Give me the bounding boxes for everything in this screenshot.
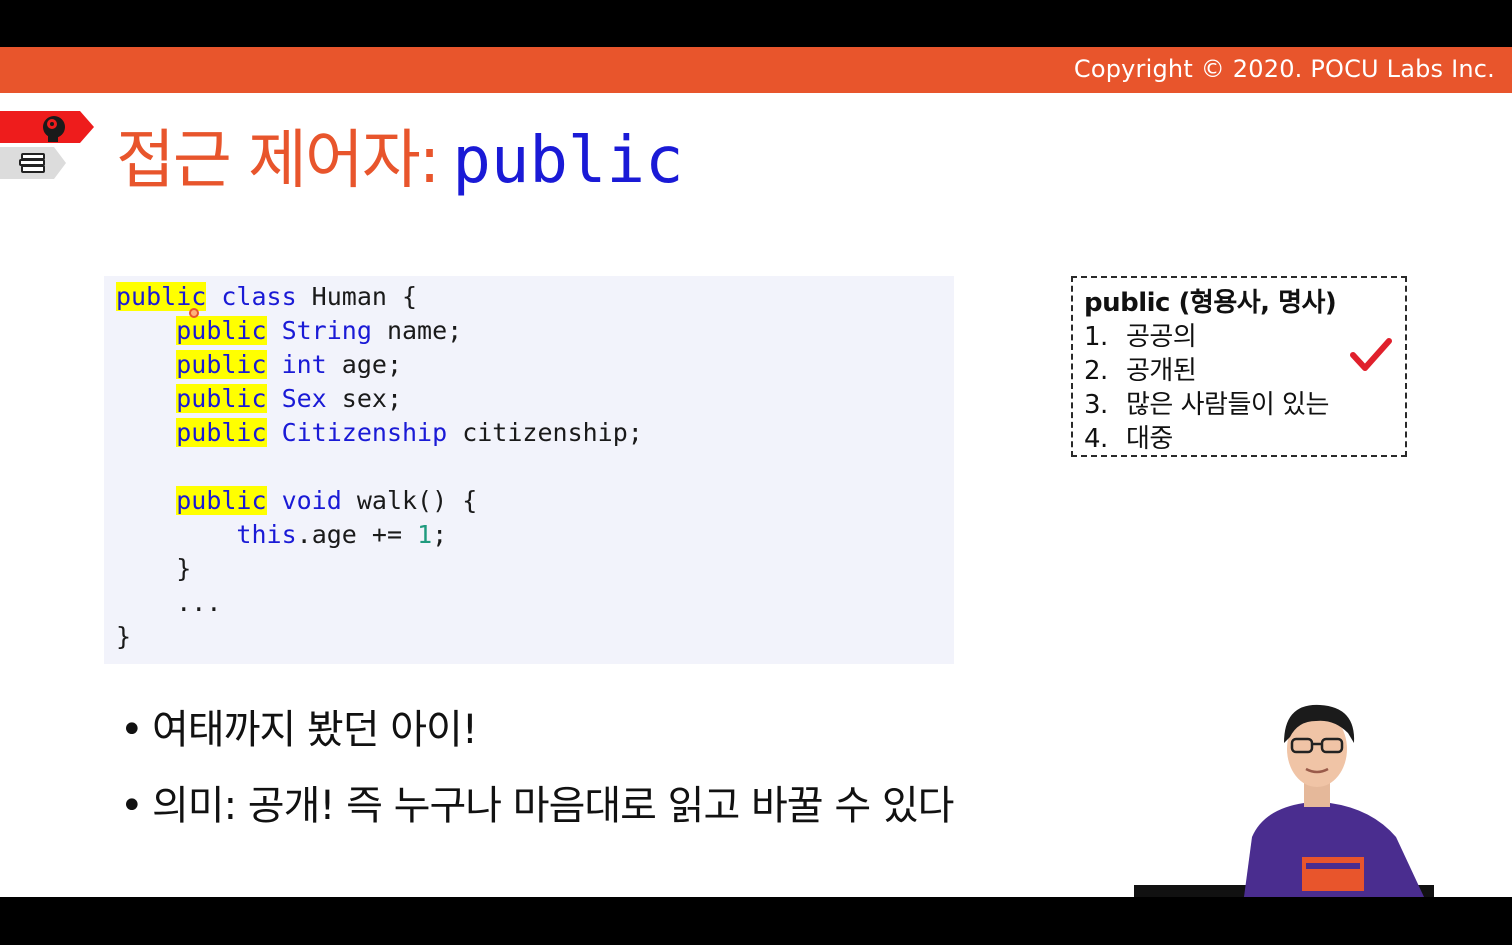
definition-item: 4. 대중 — [1084, 424, 1173, 454]
code-line: this.age += 1; — [236, 520, 448, 549]
bullet-item: • 의미: 공개! 즉 누구나 마음대로 읽고 바꿀 수 있다 — [120, 783, 954, 829]
code-line: public int age; — [176, 350, 403, 379]
header-bar: Copyright © 2020. POCU Labs Inc. — [0, 47, 1512, 93]
code-line: public String name; — [176, 316, 463, 345]
brain-head-icon — [0, 111, 94, 143]
title-code: public — [452, 124, 684, 198]
pointer-cursor — [189, 308, 199, 318]
code-line: public void walk() { — [176, 486, 478, 515]
code-line: } — [116, 622, 132, 651]
books-stack-icon — [0, 147, 66, 179]
definition-title: public (형용사, 명사) — [1084, 288, 1337, 318]
code-line: public Sex sex; — [176, 384, 403, 413]
presenter-video — [1134, 704, 1434, 897]
code-line: ... — [176, 588, 222, 617]
bullet-item: • 여태까지 봤던 아이! — [120, 707, 478, 753]
code-line: public Citizenship citizenship; — [176, 418, 643, 447]
copyright-text: Copyright © 2020. POCU Labs Inc. — [1073, 55, 1495, 83]
code-line: public class Human { — [116, 282, 418, 311]
slide: Copyright © 2020. POCU Labs Inc. 접근 제어자:… — [0, 47, 1512, 897]
checkmark-icon — [1350, 338, 1392, 371]
code-block: public class Human { public String name;… — [104, 276, 954, 664]
definition-item: 3. 많은 사람들이 있는 — [1084, 390, 1329, 420]
definition-item: 2. 공개된 — [1084, 356, 1197, 386]
definition-item: 1. 공공의 — [1084, 322, 1197, 352]
title-korean: 접근 제어자: — [116, 124, 440, 198]
code-line: } — [176, 554, 192, 583]
page-title: 접근 제어자: public — [116, 129, 684, 193]
